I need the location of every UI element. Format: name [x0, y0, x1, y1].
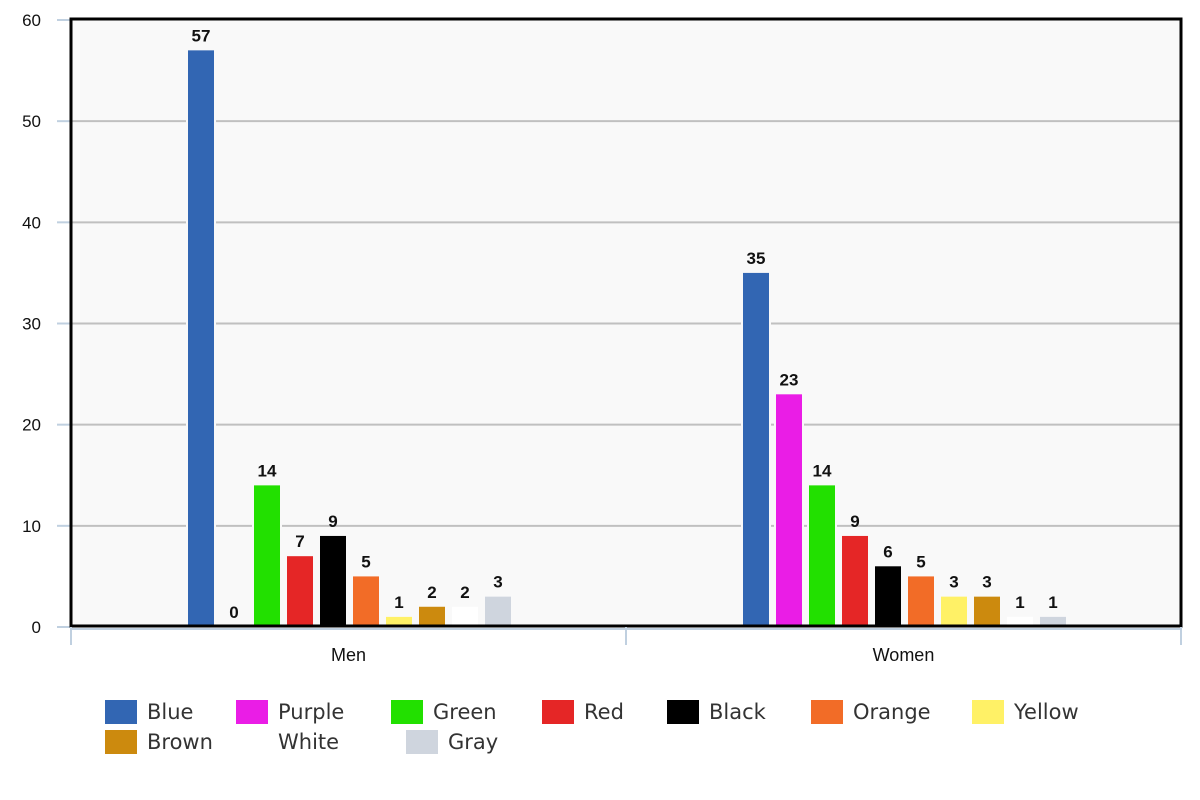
data-label: 5 — [916, 552, 925, 571]
bar-purple-women — [776, 394, 802, 627]
bar-brown-women — [974, 596, 1000, 627]
legend-item-blue[interactable]: Blue — [105, 700, 193, 724]
legend-label: Purple — [278, 700, 345, 724]
bar-orange-men — [353, 576, 379, 627]
legend-item-purple[interactable]: Purple — [236, 700, 344, 724]
legend-swatch — [667, 700, 699, 724]
legend-label: White — [278, 730, 340, 754]
legend-label: Brown — [147, 730, 213, 754]
legend-item-green[interactable]: Green — [391, 700, 497, 724]
legend-label: Blue — [147, 700, 194, 724]
data-label: 35 — [747, 249, 766, 268]
bar-blue-men — [188, 50, 214, 628]
x-axis: Men Women — [70, 627, 1182, 665]
y-tick-label: 40 — [22, 213, 41, 232]
x-tick-label: Women — [873, 645, 935, 665]
data-label: 2 — [427, 583, 436, 602]
bar-chart: 0102030405060 573502314 1479965 513232131 … — [22, 11, 1183, 665]
data-label: 14 — [813, 461, 832, 480]
data-label: 5 — [361, 552, 370, 571]
legend-swatch — [811, 700, 843, 724]
bar-black-men — [320, 535, 346, 627]
data-label: 1 — [394, 593, 403, 612]
legend-swatch — [391, 700, 423, 724]
data-label: 57 — [192, 26, 211, 45]
bar-blue-women — [743, 272, 769, 627]
legend-swatch — [105, 730, 137, 754]
data-label: 7 — [295, 532, 304, 551]
data-label: 9 — [328, 512, 337, 531]
data-label: 3 — [493, 573, 502, 592]
legend-label: Green — [433, 700, 497, 724]
bar-gray-men — [485, 596, 511, 627]
legend-label: Gray — [448, 730, 499, 754]
legend-swatch — [542, 700, 574, 724]
bar-red-women — [842, 535, 868, 627]
y-tick-label: 20 — [22, 416, 41, 435]
legend-item-gray[interactable]: Gray — [406, 730, 498, 754]
legend-label: Yellow — [1014, 700, 1079, 724]
data-label: 1 — [1048, 593, 1057, 612]
data-label: 0 — [229, 603, 238, 622]
legend-swatch — [236, 730, 268, 754]
legend-swatch — [105, 700, 137, 724]
data-label: 3 — [982, 573, 991, 592]
data-label: 2 — [460, 583, 469, 602]
legend-swatch — [972, 700, 1004, 724]
bar-black-women — [875, 566, 901, 627]
bar-yellow-women — [941, 596, 967, 627]
data-label: 1 — [1015, 593, 1024, 612]
data-label: 23 — [780, 370, 799, 389]
legend-item-orange[interactable]: Orange — [811, 700, 931, 724]
legend-item-brown[interactable]: Brown — [105, 730, 213, 754]
bar-green-men — [254, 485, 280, 627]
y-axis: 0 10 20 30 40 50 60 — [22, 11, 71, 637]
legend-label: Black — [709, 700, 766, 724]
bar-green-women — [809, 485, 835, 627]
data-label: 14 — [258, 461, 277, 480]
data-label: 6 — [883, 542, 892, 561]
y-tick-label: 60 — [22, 11, 41, 30]
bar-red-men — [287, 556, 313, 627]
bar-brown-men — [419, 606, 445, 627]
legend-item-yellow[interactable]: Yellow — [972, 700, 1079, 724]
legend-label: Orange — [853, 700, 931, 724]
y-tick-label: 30 — [22, 315, 41, 334]
legend-item-black[interactable]: Black — [667, 700, 766, 724]
y-tick-label: 10 — [22, 517, 41, 536]
data-label: 3 — [949, 573, 958, 592]
bar-orange-women — [908, 576, 934, 627]
data-label: 9 — [850, 512, 859, 531]
bar-white-men — [452, 606, 478, 627]
legend-label: Red — [584, 700, 624, 724]
legend-swatch — [406, 730, 438, 754]
legend-swatch — [236, 700, 268, 724]
legend-item-white[interactable]: White — [236, 730, 339, 754]
y-tick-label: 50 — [22, 112, 41, 131]
x-tick-label: Men — [331, 645, 366, 665]
legend-item-red[interactable]: Red — [542, 700, 624, 724]
y-tick-label: 0 — [32, 618, 41, 637]
